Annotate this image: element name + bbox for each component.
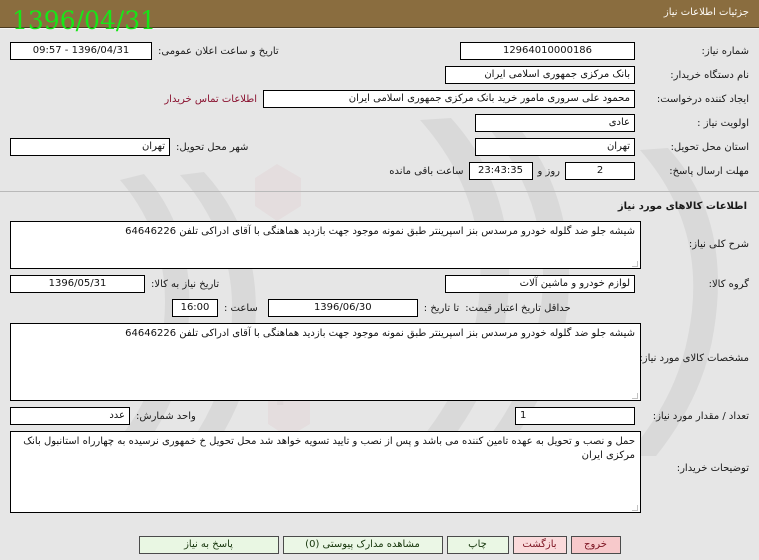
delivery-city-label: شهر محل تحویل: [176,141,249,153]
print-button[interactable]: چاپ [446,536,509,554]
need-number-value: 12964010000186 [460,42,635,60]
need-date-value: 1396/05/31 [10,275,145,293]
respond-to-need-button[interactable]: پاسخ به نیاز [138,536,279,554]
row-buyer-org: نام دستگاه خریدار: بانک مرکزی جمهوری اسل… [0,63,759,87]
priority-label: اولویت نیاز : [697,117,749,129]
deadline-label: مهلت ارسال پاسخ: [669,165,749,177]
deadline-days-unit: روز و [537,165,561,177]
row-quantity: تعداد / مقدار مورد نیاز: 1 واحد شمارش: ع… [0,404,759,428]
buyer-notes-label: توضیحات خریدار: [676,463,749,474]
unit-label: واحد شمارش: [136,410,196,422]
specs-textarea[interactable]: شیشه جلو ضد گلوله خودرو مرسدس بنز اسپرین… [10,323,641,401]
row-response-deadline: مهلت ارسال پاسخ: 2 روز و 23:43:35 ساعت ب… [0,159,759,183]
buyer-org-label: نام دستگاه خریدار: [670,69,749,81]
back-button[interactable]: بازگشت [512,536,567,554]
specs-text: شیشه جلو ضد گلوله خودرو مرسدس بنز اسپرین… [125,328,635,339]
goods-group-value[interactable]: لوازم خودرو و ماشین آلات [445,275,635,293]
row-delivery-location: استان محل تحویل: تهران شهر محل تحویل: ته… [0,135,759,159]
row-buyer-notes: توضیحات خریدار: حمل و نصب و تحویل به عهد… [0,428,759,516]
footer-button-bar: پاسخ به نیاز مشاهده مدارک پیوستی (0) چاپ… [0,536,759,554]
buyer-notes-textarea[interactable]: حمل و نصب و تحویل به عهده تامین کننده می… [10,431,641,513]
resize-grip-icon[interactable] [632,505,638,511]
delivery-province-label: استان محل تحویل: [670,141,749,153]
price-validity-time-label: ساعت : [224,302,258,314]
goods-information-panel: اطلاعات کالاهای مورد نیاز شرح کلی نیاز: … [0,192,759,524]
deadline-time-value: 23:43:35 [468,162,533,180]
goods-group-label: گروه کالا: [708,278,749,290]
need-number-label: شماره نیاز: [701,45,750,57]
unit-value[interactable]: عدد [10,407,130,425]
general-desc-text: شیشه جلو ضد گلوله خودرو مرسدس بنز اسپرین… [125,226,635,237]
announce-datetime-label: تاریخ و ساعت اعلان عمومی: [158,45,279,57]
price-validity-until-label: تا تاریخ : [423,302,460,314]
row-specifications: مشخصات کالای مورد نیاز: شیشه جلو ضد گلول… [0,320,759,404]
page-title: جزئیات اطلاعات نیاز [663,7,749,18]
general-desc-textarea[interactable]: شیشه جلو ضد گلوله خودرو مرسدس بنز اسپرین… [10,221,641,269]
goods-section-title: اطلاعات کالاهای مورد نیاز [617,201,747,212]
requester-value: محمود علی سروری مامور خرید بانک مرکزی جم… [263,90,635,108]
date-stamp-overlay: 1396/04/31 [12,6,157,35]
quantity-label: تعداد / مقدار مورد نیاز: [652,410,749,422]
announce-datetime-value: 1396/04/31 - 09:57 [10,42,152,60]
buyer-org-value: بانک مرکزی جمهوری اسلامی ایران [445,66,635,84]
row-requester: ایجاد کننده درخواست: محمود علی سروری مام… [0,87,759,111]
resize-grip-icon[interactable] [632,261,638,267]
buyer-contact-link[interactable]: اطلاعات تماس خریدار [158,94,263,105]
row-need-number: شماره نیاز: 12964010000186 تاریخ و ساعت … [0,39,759,63]
exit-button[interactable]: خروج [570,536,621,554]
row-priority: اولویت نیاز : عادی [0,111,759,135]
row-goods-group: گروه کالا: لوازم خودرو و ماشین آلات تاری… [0,272,759,296]
delivery-province-value: تهران [475,138,635,156]
row-price-validity: حداقل تاریخ اعتبار قیمت: تا تاریخ : 1396… [0,296,759,320]
priority-value: عادی [475,114,635,132]
specs-label: مشخصات کالای مورد نیاز: [639,353,749,364]
view-attachments-button[interactable]: مشاهده مدارک پیوستی (0) [282,536,443,554]
resize-grip-icon[interactable] [632,393,638,399]
need-date-label: تاریخ نیاز به کالا: [151,278,220,290]
delivery-city-value: تهران [10,138,170,156]
row-general-description: شرح کلی نیاز: شیشه جلو ضد گلوله خودرو مر… [0,218,759,272]
quantity-value[interactable]: 1 [515,407,635,425]
buyer-notes-text: حمل و نصب و تحویل به عهده تامین کننده می… [23,436,635,461]
requester-label: ایجاد کننده درخواست: [656,93,749,105]
price-validity-label: حداقل تاریخ اعتبار قیمت: [465,302,571,314]
deadline-days-value: 2 [565,162,635,180]
deadline-suffix: ساعت باقی مانده [389,165,464,177]
need-summary-panel: شماره نیاز: 12964010000186 تاریخ و ساعت … [0,28,759,192]
general-desc-label: شرح کلی نیاز: [688,239,749,250]
price-validity-time-value: 16:00 [172,299,218,317]
price-validity-date-value: 1396/06/30 [267,299,418,317]
